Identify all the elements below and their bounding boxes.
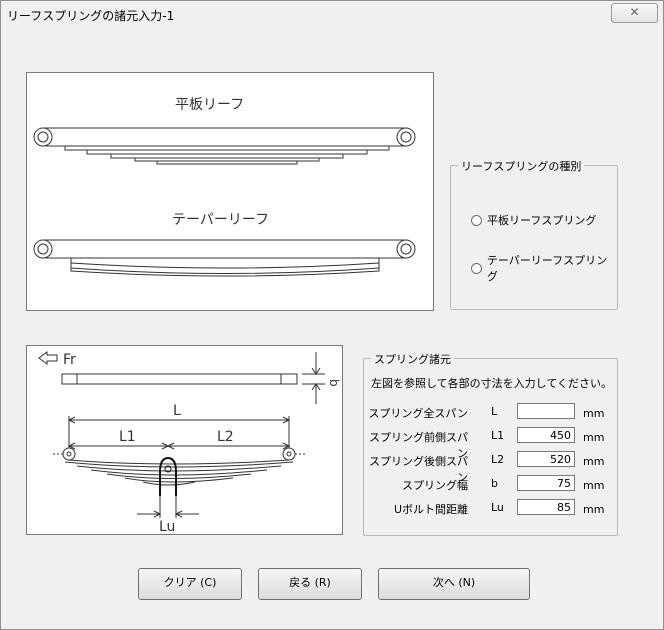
spec-symbol: L	[491, 405, 498, 418]
spec-row-width: スプリング幅 b 75 mm	[364, 475, 617, 493]
lu-dimension-lines	[137, 496, 199, 518]
spec-row-front-span: スプリング前側スパン L1 450 mm	[364, 427, 617, 460]
spec-symbol: L2	[491, 453, 505, 466]
spec-unit: mm	[583, 407, 605, 420]
flat-leaf-spring-drawing	[33, 127, 416, 165]
L2-label: L2	[217, 429, 234, 445]
Lu-label: Lu	[159, 519, 175, 534]
spec-label: スプリング全スパン	[368, 407, 468, 420]
spec-unit: mm	[583, 431, 605, 444]
radio-flat-leaf[interactable]: 平板リーフスプリング	[471, 212, 596, 228]
clear-button[interactable]: クリア (C)	[138, 568, 242, 600]
b-label: b	[327, 379, 341, 387]
front-span-input[interactable]: 450	[517, 427, 575, 443]
spring-side-view	[53, 447, 307, 486]
spec-row-ubolt-distance: Uボルト間距離 Lu 85 mm	[364, 499, 617, 517]
rear-span-input[interactable]: 520	[517, 451, 575, 467]
front-arrow-icon	[38, 351, 58, 365]
title-bar: リーフスプリングの諸元入力-1 ✕	[1, 1, 663, 30]
next-button[interactable]: 次へ (N)	[378, 568, 530, 600]
spec-unit: mm	[583, 455, 605, 468]
spec-symbol: L1	[491, 429, 505, 442]
taper-leaf-spring-drawing	[33, 239, 416, 277]
total-span-input[interactable]	[517, 403, 575, 419]
spec-label: スプリング幅	[402, 479, 468, 492]
spring-specs-group: スプリング諸元 左図を参照して各部の寸法を入力してください。 スプリング全スパン…	[363, 351, 618, 536]
ubolt-distance-input[interactable]: 85	[517, 499, 575, 515]
L1-label: L1	[119, 429, 136, 445]
dimension-diagram: Fr b L L1 L2 Lu	[26, 345, 343, 535]
spec-unit: mm	[583, 503, 605, 516]
spring-type-group: リーフスプリングの種別 平板リーフスプリング テーパーリーフスプリング	[450, 158, 618, 310]
L-label: L	[173, 403, 181, 419]
dialog-client-area: 平板リーフ テーパーリーフ リーフスプリングの種別 平板リーフスプリング テーパ…	[9, 32, 655, 623]
taper-leaf-label: テーパーリーフ	[172, 212, 269, 228]
spec-unit: mm	[583, 479, 605, 492]
spec-row-rear-span: スプリング後側スパン L2 520 mm	[364, 451, 617, 484]
radio-taper-leaf[interactable]: テーパーリーフスプリング	[471, 252, 617, 284]
spec-label: Uボルト間距離	[393, 503, 468, 516]
radio-flat-leaf-circle[interactable]	[471, 214, 482, 226]
width-input[interactable]: 75	[517, 475, 575, 491]
flat-leaf-label: 平板リーフ	[175, 97, 244, 113]
leaf-type-diagram: 平板リーフ テーパーリーフ	[26, 72, 434, 311]
fr-label: Fr	[63, 352, 76, 368]
radio-taper-leaf-label[interactable]: テーパーリーフスプリング	[487, 252, 617, 284]
spec-row-total-span: スプリング全スパン L mm	[364, 403, 617, 421]
radio-taper-leaf-circle[interactable]	[471, 262, 482, 274]
radio-flat-leaf-label[interactable]: 平板リーフスプリング	[487, 212, 596, 228]
window-title: リーフスプリングの諸元入力-1	[7, 9, 175, 23]
spring-type-legend: リーフスプリングの種別	[458, 158, 585, 174]
spring-specs-legend: スプリング諸元	[371, 351, 454, 367]
back-button[interactable]: 戻る (R)	[258, 568, 362, 600]
dimension-drawing: Fr b L L1 L2 Lu	[38, 351, 341, 535]
spec-symbol: b	[491, 477, 498, 490]
leaf-type-drawing: 平板リーフ テーパーリーフ	[33, 97, 416, 277]
close-button[interactable]: ✕	[611, 3, 658, 23]
dimension-lines	[67, 416, 291, 454]
spec-symbol: Lu	[491, 501, 504, 514]
dialog-window: リーフスプリングの諸元入力-1 ✕ 平板リーフ テーパーリーフ リーフスプリング…	[0, 0, 664, 630]
spring-top-view	[61, 352, 325, 404]
specs-instruction: 左図を参照して各部の寸法を入力してください。	[371, 377, 613, 390]
